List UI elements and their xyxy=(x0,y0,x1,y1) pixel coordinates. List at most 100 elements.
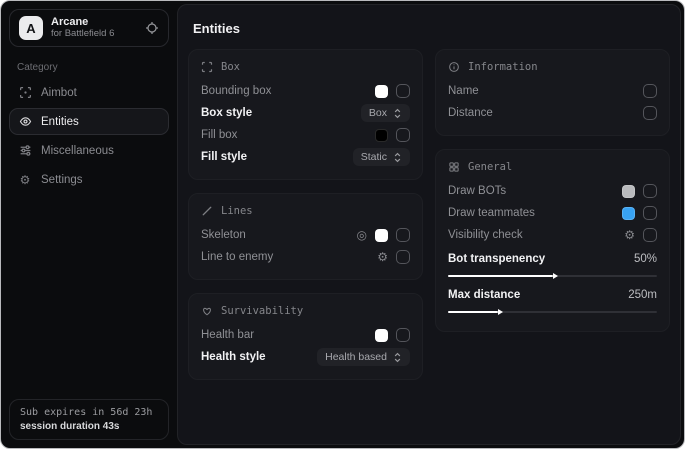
slider-thumb[interactable] xyxy=(498,309,503,315)
row-label: Line to enemy xyxy=(201,251,377,263)
color-swatch[interactable] xyxy=(375,329,388,342)
draw-bots-checkbox[interactable] xyxy=(643,184,657,198)
max-distance-value: 250m xyxy=(628,289,657,301)
panel-lines: Lines Skeleton ◎ Line to enemy ⚙ xyxy=(188,193,423,280)
slider-fill xyxy=(448,275,553,277)
distance-checkbox[interactable] xyxy=(643,106,657,120)
row-label: Skeleton xyxy=(201,229,357,241)
sidebar-item-miscellaneous[interactable]: Miscellaneous xyxy=(9,137,169,164)
row-line-to-enemy: Line to enemy ⚙ xyxy=(201,246,410,268)
box-corners-icon xyxy=(201,61,213,73)
right-column: Information Name Distance xyxy=(435,49,670,380)
sidebar-nav: Aimbot Entities xyxy=(9,78,169,194)
row-label: Health style xyxy=(201,351,317,363)
dropdown-value: Static xyxy=(361,151,387,163)
left-column: Box Bounding box Box style Box xyxy=(188,49,423,380)
row-distance: Distance xyxy=(448,102,657,124)
skeleton-settings-icon[interactable]: ◎ xyxy=(357,229,367,241)
sidebar-item-aimbot[interactable]: Aimbot xyxy=(9,79,169,106)
gear-icon: ⚙ xyxy=(18,174,32,186)
app-subtitle: for Battlefield 6 xyxy=(51,29,114,40)
sub-expiry-text: Sub expires in 56d 23h xyxy=(20,407,158,418)
bounding-box-checkbox[interactable] xyxy=(396,84,410,98)
color-swatch[interactable] xyxy=(375,85,388,98)
color-swatch[interactable] xyxy=(375,229,388,242)
health-bar-checkbox[interactable] xyxy=(396,328,410,342)
sidebar-item-label: Miscellaneous xyxy=(41,145,114,157)
app-header-card: A Arcane for Battlefield 6 xyxy=(9,9,169,47)
panel-columns: Box Bounding box Box style Box xyxy=(188,49,670,380)
chevron-up-down-icon xyxy=(393,352,402,363)
sidebar-item-label: Entities xyxy=(41,116,79,128)
row-visibility-check: Visibility check ⚙ xyxy=(448,224,657,246)
target-icon[interactable] xyxy=(145,21,159,35)
row-label: Draw BOTs xyxy=(448,185,622,197)
gear-icon[interactable]: ⚙ xyxy=(377,251,388,263)
color-swatch[interactable] xyxy=(622,207,635,220)
row-label: Bot transpenency xyxy=(448,253,634,265)
app-meta: Arcane for Battlefield 6 xyxy=(51,16,114,40)
sidebar-item-settings[interactable]: ⚙ Settings xyxy=(9,166,169,193)
panel-information: Information Name Distance xyxy=(435,49,670,136)
row-label: Health bar xyxy=(201,329,375,341)
app-name: Arcane xyxy=(51,16,114,29)
draw-teammates-checkbox[interactable] xyxy=(643,206,657,220)
panel-survivability-header: Survivability xyxy=(201,305,410,317)
health-style-dropdown[interactable]: Health based xyxy=(317,348,410,366)
panel-information-header: Information xyxy=(448,61,657,73)
row-fill-style: Fill style Static xyxy=(201,146,410,168)
panel-lines-header: Lines xyxy=(201,205,410,217)
sidebar: A Arcane for Battlefield 6 Category xyxy=(1,1,177,448)
row-name: Name xyxy=(448,80,657,102)
sidebar-item-entities[interactable]: Entities xyxy=(9,108,169,135)
bot-transparency-slider[interactable] xyxy=(448,275,657,277)
sidebar-item-label: Settings xyxy=(41,174,83,186)
subscription-card: Sub expires in 56d 23h session duration … xyxy=(9,399,169,440)
app-logo: A xyxy=(19,16,43,40)
sidebar-item-label: Aimbot xyxy=(41,87,77,99)
row-health-style: Health style Health based xyxy=(201,346,410,368)
panel-title: Box xyxy=(221,61,240,73)
chevron-up-down-icon xyxy=(393,108,402,119)
page-title: Entities xyxy=(193,21,670,36)
row-fill-box: Fill box xyxy=(201,124,410,146)
skeleton-checkbox[interactable] xyxy=(396,228,410,242)
fill-box-checkbox[interactable] xyxy=(396,128,410,142)
row-box-style: Box style Box xyxy=(201,102,410,124)
slider-thumb[interactable] xyxy=(553,273,558,279)
bot-transparency-value: 50% xyxy=(634,253,657,265)
row-health-bar: Health bar xyxy=(201,324,410,346)
line-to-enemy-checkbox[interactable] xyxy=(396,250,410,264)
main-content: Entities Box xyxy=(177,4,681,445)
category-label: Category xyxy=(17,62,169,73)
chevron-up-down-icon xyxy=(393,152,402,163)
fill-style-dropdown[interactable]: Static xyxy=(353,148,410,166)
name-checkbox[interactable] xyxy=(643,84,657,98)
row-label: Name xyxy=(448,85,643,97)
grid-icon xyxy=(448,161,460,173)
slider-fill xyxy=(448,311,498,313)
row-label: Max distance xyxy=(448,289,628,301)
color-swatch[interactable] xyxy=(375,129,388,142)
gear-icon[interactable]: ⚙ xyxy=(624,229,635,241)
max-distance-slider[interactable] xyxy=(448,311,657,313)
row-label: Bounding box xyxy=(201,85,375,97)
visibility-check-checkbox[interactable] xyxy=(643,228,657,242)
panel-title: Survivability xyxy=(221,305,303,317)
info-icon xyxy=(448,61,460,73)
row-draw-bots: Draw BOTs xyxy=(448,180,657,202)
row-draw-teammates: Draw teammates xyxy=(448,202,657,224)
dropdown-value: Box xyxy=(369,107,387,119)
row-skeleton: Skeleton ◎ xyxy=(201,224,410,246)
crosshair-icon xyxy=(18,86,32,99)
panel-box: Box Bounding box Box style Box xyxy=(188,49,423,180)
row-bot-transparency: Bot transpenency 50% xyxy=(448,248,657,277)
row-label: Draw teammates xyxy=(448,207,622,219)
color-swatch[interactable] xyxy=(622,185,635,198)
diagonal-line-icon xyxy=(201,205,213,217)
sliders-icon xyxy=(18,144,32,157)
bot-transparency-labels: Bot transpenency 50% xyxy=(448,248,657,270)
row-label: Fill style xyxy=(201,151,353,163)
box-style-dropdown[interactable]: Box xyxy=(361,104,410,122)
row-label: Distance xyxy=(448,107,643,119)
